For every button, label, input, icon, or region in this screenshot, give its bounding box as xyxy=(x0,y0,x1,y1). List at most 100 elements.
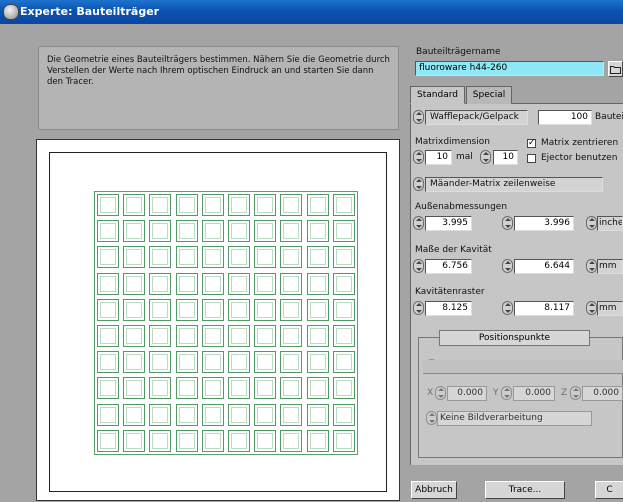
cavity-cell xyxy=(149,194,172,216)
cavity-cell xyxy=(175,403,198,426)
cavity-cell xyxy=(306,298,329,321)
order-selector-spin[interactable] xyxy=(413,177,424,191)
carrier-name-field[interactable]: fluoroware h44-260 xyxy=(415,61,604,76)
ejector-checkbox[interactable] xyxy=(527,154,536,163)
carrier-type-field[interactable]: Wafflepack/Gelpack xyxy=(425,110,528,125)
cavity-x-field[interactable]: 6.756 xyxy=(425,259,472,274)
outer-x-field[interactable]: 3.995 xyxy=(425,216,472,231)
image-processing-spin[interactable] xyxy=(426,411,437,425)
outer-dimensions-label: Außenabmessungen xyxy=(415,202,508,212)
cavity-y-spin[interactable] xyxy=(502,259,513,273)
z-coord-field[interactable]: 0.000 xyxy=(582,386,623,401)
x-coord-field[interactable]: 0.000 xyxy=(447,386,487,401)
cavity-cell xyxy=(175,272,198,295)
pitch-y-spin[interactable] xyxy=(502,301,513,315)
type-selector-spin[interactable] xyxy=(413,110,424,124)
cavity-cell xyxy=(332,403,355,426)
z-coord-spin[interactable] xyxy=(570,386,581,400)
description-text: Die Geometrie eines Bauteilträgers besti… xyxy=(47,55,390,87)
outer-x-spin[interactable] xyxy=(413,216,424,230)
tab-standard[interactable]: Standard xyxy=(410,86,465,104)
cavity-cell xyxy=(280,377,303,400)
part-count-unit: Bauteile xyxy=(595,112,623,122)
partial-button[interactable]: C xyxy=(595,481,623,499)
cavity-cell xyxy=(123,351,146,374)
cavity-cell xyxy=(123,325,146,347)
pitch-unit-spin[interactable] xyxy=(586,301,597,315)
image-processing-field[interactable]: Keine Bildverarbeitung xyxy=(437,411,592,426)
position-points-title: Positionspunkte xyxy=(439,330,590,346)
cavity-cell xyxy=(254,325,277,347)
folder-icon xyxy=(610,66,621,74)
cavity-cell xyxy=(280,429,303,452)
cavity-cell xyxy=(332,377,355,400)
trace-button[interactable]: Trace... xyxy=(485,481,565,499)
cavity-unit-spin[interactable] xyxy=(586,259,597,273)
pitch-y-field[interactable]: 8.117 xyxy=(514,301,574,316)
matrix-cols-spin[interactable] xyxy=(480,150,491,164)
z-coord-label: Z xyxy=(561,388,568,398)
center-matrix-checkbox[interactable]: ✓ xyxy=(527,139,536,148)
cavity-cell xyxy=(306,194,329,216)
cavity-cell xyxy=(123,403,146,426)
pitch-unit-field[interactable]: mm xyxy=(597,301,623,316)
cavity-cell xyxy=(306,377,329,400)
cavity-cell xyxy=(332,272,355,295)
cavity-cell xyxy=(97,429,119,452)
matrix-order-field[interactable]: Mäander-Matrix zeilenweise xyxy=(425,177,603,192)
browse-folder-button[interactable] xyxy=(608,61,623,77)
y-coord-spin[interactable] xyxy=(501,386,512,400)
title-bar[interactable]: Experte: Bauteilträger xyxy=(0,0,623,24)
cavity-cell xyxy=(280,325,303,347)
cavity-y-field[interactable]: 6.644 xyxy=(514,259,574,274)
cavity-x-spin[interactable] xyxy=(413,259,424,273)
cavity-cell xyxy=(175,325,198,347)
cavity-cell xyxy=(228,246,250,269)
y-coord-field[interactable]: 0.000 xyxy=(513,386,555,401)
cavity-cell xyxy=(149,429,172,452)
cavity-cell xyxy=(306,325,329,347)
pitch-x-spin[interactable] xyxy=(413,301,424,315)
outer-y-spin[interactable] xyxy=(502,216,513,230)
cavity-cell xyxy=(306,351,329,374)
outer-unit-field[interactable]: inches xyxy=(597,216,623,231)
cavity-cell xyxy=(254,272,277,295)
cavity-cell xyxy=(123,272,146,295)
cavity-cell xyxy=(175,351,198,374)
cavity-cell xyxy=(254,194,277,216)
matrix-rows-spin[interactable] xyxy=(413,150,424,164)
cavity-cell xyxy=(280,403,303,426)
preview-canvas[interactable] xyxy=(36,139,400,501)
cavity-cell xyxy=(201,325,224,347)
cavity-cell xyxy=(306,220,329,243)
cavity-cell xyxy=(306,246,329,269)
cavity-cell xyxy=(228,351,250,374)
cavity-cell xyxy=(280,298,303,321)
cavity-cell xyxy=(175,298,198,321)
part-count-field[interactable]: 100 xyxy=(538,110,592,125)
matrix-rows-field[interactable]: 10 xyxy=(425,150,452,165)
position-select-field[interactable] xyxy=(423,360,623,374)
cavity-cell xyxy=(254,351,277,374)
cavity-cell xyxy=(97,246,119,269)
cavity-cell xyxy=(201,351,224,374)
cavity-cell xyxy=(149,403,172,426)
cavity-cell xyxy=(254,429,277,452)
cavity-cell xyxy=(97,403,119,426)
cancel-button[interactable]: Abbruch xyxy=(411,481,457,499)
pitch-x-field[interactable]: 8.125 xyxy=(425,301,472,316)
tab-special[interactable]: Special xyxy=(466,86,512,104)
cavity-cell xyxy=(97,298,119,321)
x-coord-spin[interactable] xyxy=(435,386,446,400)
cavity-cell xyxy=(280,220,303,243)
cavity-cell xyxy=(332,325,355,347)
matrix-dimension-label: Matrixdimension xyxy=(415,137,490,147)
matrix-cols-field[interactable]: 10 xyxy=(493,150,518,165)
cavity-cell xyxy=(175,246,198,269)
cavity-unit-field[interactable]: mm xyxy=(597,259,623,274)
cavity-cell xyxy=(149,377,172,400)
cavity-grid xyxy=(94,191,358,455)
outer-unit-spin[interactable] xyxy=(586,216,597,230)
outer-y-field[interactable]: 3.996 xyxy=(514,216,574,231)
cavity-cell xyxy=(149,220,172,243)
